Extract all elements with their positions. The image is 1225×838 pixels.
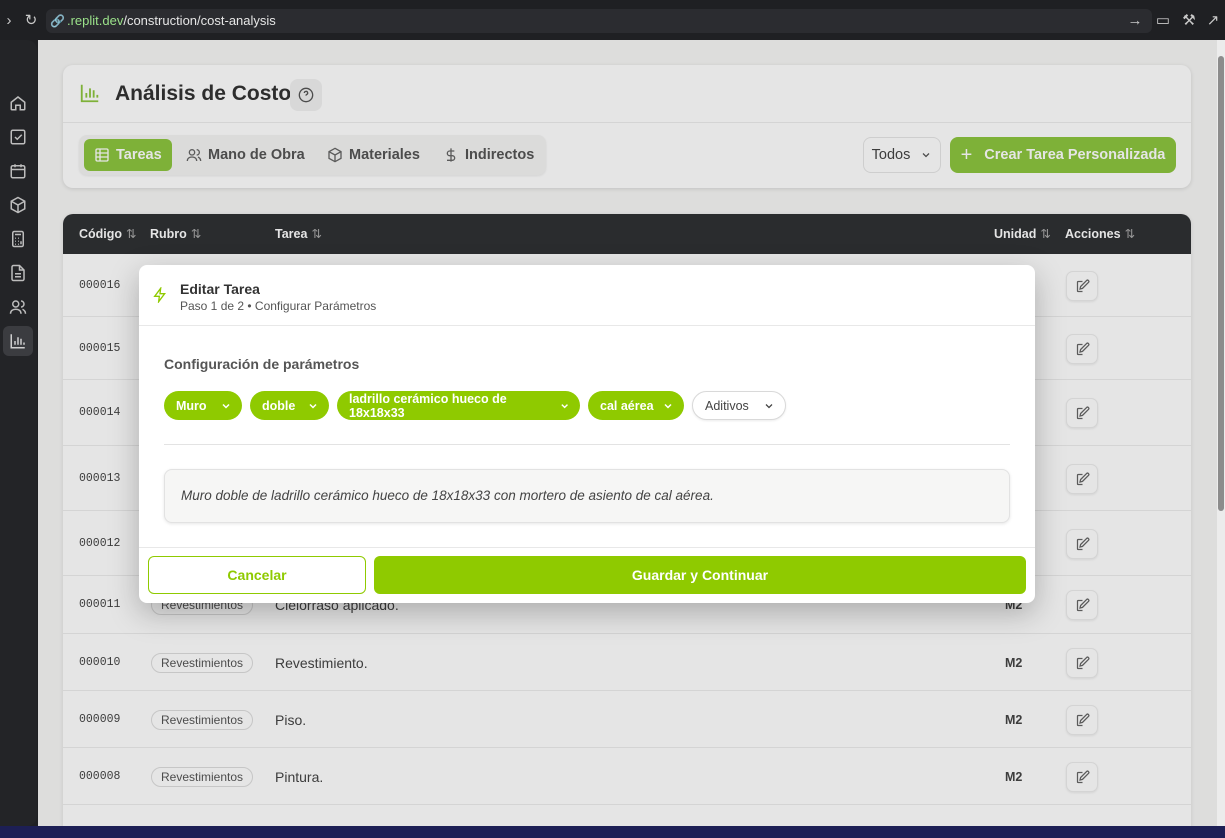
divider	[164, 444, 1010, 445]
url-path: /construction/cost-analysis	[123, 13, 276, 28]
external-link-icon[interactable]: ↗	[1204, 12, 1222, 30]
task-description-preview: Muro doble de ladrillo cerámico hueco de…	[164, 469, 1010, 523]
monitor-icon[interactable]: ▭	[1154, 12, 1172, 30]
param-select-cal-aerea[interactable]: cal aérea	[588, 391, 684, 420]
calendar-icon[interactable]	[3, 156, 33, 186]
scrollbar[interactable]	[1217, 40, 1225, 826]
chevron-down-icon	[765, 403, 773, 408]
divider	[139, 547, 1035, 548]
chevron-down-icon	[222, 403, 230, 409]
modal-subtitle: Paso 1 de 2 • Configurar Parámetros	[180, 299, 377, 313]
browser-toolbar: › ↻ 🔗 .replit.dev/construction/cost-analy…	[0, 0, 1225, 42]
param-select-ladrillo[interactable]: ladrillo cerámico hueco de 18x18x33	[337, 391, 580, 420]
param-select-muro[interactable]: Muro	[164, 391, 242, 420]
chevron-down-icon	[664, 403, 672, 409]
divider	[139, 325, 1035, 326]
chevron-down-icon	[561, 403, 568, 408]
section-title: Configuración de parámetros	[164, 356, 360, 372]
reload-icon[interactable]: ↻	[22, 12, 40, 30]
forward-icon[interactable]: ›	[0, 12, 18, 30]
wrench-icon[interactable]: ⚒	[1180, 12, 1198, 30]
bottom-strip	[0, 826, 1225, 838]
param-select-aditivos[interactable]: Aditivos	[692, 391, 786, 420]
url-host: .replit.dev	[66, 13, 124, 28]
chevron-down-icon	[309, 403, 317, 409]
link-icon: 🔗	[50, 14, 65, 28]
cancel-button[interactable]: Cancelar	[148, 556, 366, 594]
scrollbar-thumb[interactable]	[1218, 56, 1224, 511]
calculator-icon[interactable]	[3, 224, 33, 254]
check-square-icon[interactable]	[3, 122, 33, 152]
box-icon[interactable]	[3, 190, 33, 220]
save-continue-button[interactable]: Guardar y Continuar	[374, 556, 1026, 594]
home-icon[interactable]	[3, 88, 33, 118]
modal-title: Editar Tarea	[180, 281, 260, 297]
url-go-icon[interactable]: →	[1126, 12, 1144, 30]
document-icon[interactable]	[3, 258, 33, 288]
lightning-icon	[153, 287, 166, 303]
bar-chart-icon[interactable]	[3, 326, 33, 356]
users-icon[interactable]	[3, 292, 33, 322]
address-bar[interactable]: 🔗 .replit.dev/construction/cost-analysis	[46, 9, 1152, 33]
edit-task-modal: Editar Tarea Paso 1 de 2 • Configurar Pa…	[139, 265, 1035, 603]
sidebar	[0, 40, 37, 826]
param-select-doble[interactable]: doble	[250, 391, 329, 420]
